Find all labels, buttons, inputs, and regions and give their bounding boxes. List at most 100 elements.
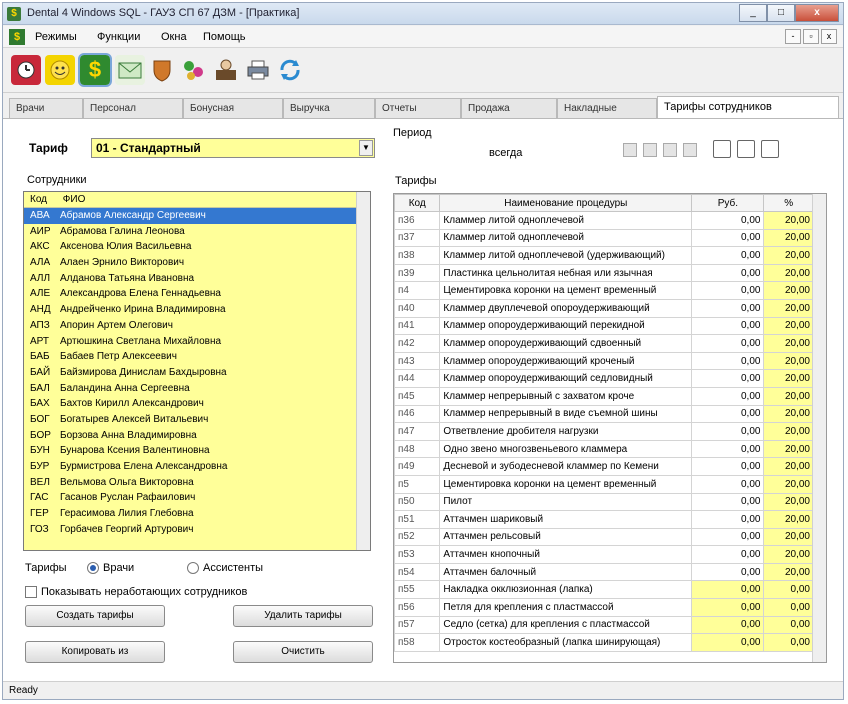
list-item[interactable]: ГОЗ Горбачев Георгий Артурович: [24, 522, 370, 538]
procedure-code[interactable]: п47: [394, 422, 441, 441]
procedure-code[interactable]: п46: [394, 404, 441, 424]
procedure-name[interactable]: Ответвление дробителя нагрузки: [439, 422, 693, 441]
table-row[interactable]: п36 Кламмер литой одноплечевой 0,00 20,00: [394, 211, 814, 230]
price-pct[interactable]: 20,00: [763, 457, 814, 476]
procedure-code[interactable]: п54: [394, 562, 441, 582]
table-row[interactable]: п38 Кламмер литой одноплечевой (удерживаю…: [394, 246, 814, 265]
delete-period-icon[interactable]: [761, 140, 779, 158]
table-row[interactable]: п52 Аттачмен рельсовый 0,00 20,00: [394, 527, 814, 547]
refresh-icon[interactable]: [275, 55, 305, 85]
minimize-button[interactable]: _: [739, 4, 767, 22]
table-row[interactable]: п43 Кламмер опороудерживающий кроченый 0,0…: [394, 351, 814, 371]
list-item[interactable]: АНД Андрейченко Ирина Владимировна: [24, 302, 370, 318]
price-rub[interactable]: 0,00: [691, 369, 765, 388]
new-period-icon[interactable]: [713, 140, 731, 158]
procedure-name[interactable]: Цементировка коронки на цемент временный: [439, 474, 693, 494]
price-rub[interactable]: 0,00: [691, 633, 765, 652]
price-rub[interactable]: 0,00: [691, 562, 765, 582]
price-pct[interactable]: 20,00: [763, 228, 814, 248]
price-rub[interactable]: 0,00: [691, 404, 765, 424]
list-item[interactable]: АЛА Алаен Эрнило Викторович: [24, 255, 370, 271]
procedure-code[interactable]: п53: [394, 545, 441, 564]
tab-doctors[interactable]: Врачи: [9, 98, 83, 118]
procedure-name[interactable]: Кламмер опороудерживающий сдвоенный: [439, 334, 693, 353]
procedure-code[interactable]: п43: [394, 351, 441, 371]
table-row[interactable]: п40 Кламмер двуплечевой опороудерживающий…: [394, 298, 814, 318]
mdi-minimize-button[interactable]: -: [785, 29, 801, 44]
tariffs-grid[interactable]: Код Наименование процедуры Руб. % п36 Кла…: [393, 193, 827, 663]
price-rub[interactable]: 0,00: [691, 474, 765, 494]
price-rub[interactable]: 0,00: [691, 527, 765, 547]
list-item[interactable]: АВА Абрамов Александр Сергеевич: [24, 208, 370, 224]
list-item[interactable]: БОГ Богатырев Алексей Витальевич: [24, 412, 370, 428]
procedure-name[interactable]: Кламмер двуплечевой опороудерживающий: [439, 298, 693, 318]
price-rub[interactable]: 0,00: [691, 246, 765, 265]
list-item[interactable]: ГАС Гасанов Руслан Рафаилович: [24, 490, 370, 506]
price-pct[interactable]: 0,00: [763, 633, 814, 652]
dollar-icon[interactable]: $: [78, 53, 112, 87]
tab-invoices[interactable]: Накладные: [557, 98, 657, 118]
list-item[interactable]: БАБ Бабаев Петр Алексеевич: [24, 349, 370, 365]
list-item[interactable]: АПЗ Апорин Артем Олегович: [24, 318, 370, 334]
procedure-name[interactable]: Десневой и зубодесневой кламмер по Кемен…: [439, 457, 693, 476]
tab-employee-tariffs[interactable]: Тарифы сотрудников: [657, 96, 839, 118]
procedure-name[interactable]: Кламмер литой одноплечевой (удерживающий…: [439, 246, 693, 265]
column-header-pct[interactable]: %: [763, 194, 814, 212]
edit-period-icon[interactable]: [737, 140, 755, 158]
procedure-code[interactable]: п37: [394, 228, 441, 248]
tab-bonus[interactable]: Бонусная: [183, 98, 283, 118]
printer-icon[interactable]: [243, 55, 273, 85]
menu-item-help[interactable]: Помощь: [203, 31, 246, 43]
dollar-icon[interactable]: $: [9, 29, 25, 45]
procedure-code[interactable]: п39: [394, 263, 441, 283]
tab-staff[interactable]: Персонал: [83, 98, 183, 118]
price-rub[interactable]: 0,00: [691, 580, 765, 600]
price-rub[interactable]: 0,00: [691, 263, 765, 283]
radio-doctors[interactable]: [87, 562, 99, 574]
procedure-code[interactable]: п45: [394, 386, 441, 406]
tariffs-grid-scrollbar[interactable]: [812, 194, 826, 662]
price-rub[interactable]: 0,00: [691, 510, 765, 529]
procedure-name[interactable]: Петля для крепления с пластмассой: [439, 598, 693, 617]
procedure-name[interactable]: Накладка окклюзионная (лапка): [439, 580, 693, 600]
price-rub[interactable]: 0,00: [691, 439, 765, 459]
table-row[interactable]: п39 Пластинка цельнолитая небная или языч…: [394, 263, 814, 283]
tab-reports[interactable]: Отчеты: [375, 98, 461, 118]
price-rub[interactable]: 0,00: [691, 316, 765, 336]
table-row[interactable]: п46 Кламмер непрерывный в виде съемной ши…: [394, 404, 814, 424]
procedure-code[interactable]: п52: [394, 527, 441, 547]
price-pct[interactable]: 20,00: [763, 545, 814, 564]
procedure-name[interactable]: Аттачмен балочный: [439, 562, 693, 582]
procedure-code[interactable]: п41: [394, 316, 441, 336]
price-pct[interactable]: 20,00: [763, 439, 814, 459]
last-period-button[interactable]: [683, 143, 697, 157]
chevron-down-icon[interactable]: ▼: [359, 140, 373, 156]
mdi-restore-button[interactable]: ▫: [803, 29, 819, 44]
price-rub[interactable]: 0,00: [691, 422, 765, 441]
procedure-name[interactable]: Кламмер опороудерживающий седловидный: [439, 369, 693, 388]
list-item[interactable]: БУН Бунарова Ксения Валентиновна: [24, 443, 370, 459]
price-rub[interactable]: 0,00: [691, 386, 765, 406]
procedure-name[interactable]: Кламмер литой одноплечевой: [439, 228, 693, 248]
price-pct[interactable]: 20,00: [763, 404, 814, 424]
table-row[interactable]: п48 Одно звено многозвеньевого кламмера 0,…: [394, 439, 814, 459]
list-item[interactable]: АЛЕ Александрова Елена Геннадьевна: [24, 286, 370, 302]
list-item[interactable]: БАХ Бахтов Кирилл Александрович: [24, 396, 370, 412]
procedure-name[interactable]: Аттачмен шариковый: [439, 510, 693, 529]
price-pct[interactable]: 20,00: [763, 351, 814, 371]
procedure-name[interactable]: Пилот: [439, 492, 693, 512]
envelope-icon[interactable]: [115, 55, 145, 85]
copy-from-button[interactable]: Копировать из: [25, 641, 165, 663]
tab-revenue[interactable]: Выручка: [283, 98, 375, 118]
procedure-code[interactable]: п50: [394, 492, 441, 512]
column-header-rub[interactable]: Руб.: [691, 194, 765, 212]
show-inactive-checkbox[interactable]: [25, 586, 37, 598]
table-row[interactable]: п55 Накладка окклюзионная (лапка) 0,00 0,00: [394, 580, 814, 600]
procedure-code[interactable]: п42: [394, 334, 441, 353]
list-item[interactable]: АРТ Артюшкина Светлана Михайловна: [24, 334, 370, 350]
employee-list[interactable]: Код ФИО АВА Абрамов Александр Сергеевич АИ…: [23, 191, 371, 551]
tab-sales[interactable]: Продажа: [461, 98, 557, 118]
first-period-button[interactable]: [623, 143, 637, 157]
procedure-code[interactable]: п4: [394, 281, 441, 300]
list-item[interactable]: ГЕР Герасимова Лилия Глебовна: [24, 506, 370, 522]
